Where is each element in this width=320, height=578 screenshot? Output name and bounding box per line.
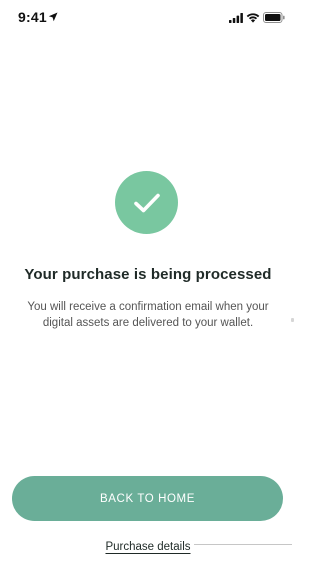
page-title: Your purchase is being processed (24, 266, 272, 283)
status-time: 9:41 (18, 9, 47, 25)
back-to-home-button[interactable]: BACK TO HOME (12, 476, 283, 521)
location-arrow-icon (48, 12, 58, 22)
status-bar: 9:41 (0, 0, 296, 36)
battery-icon (263, 12, 285, 23)
checkmark-icon (133, 193, 160, 212)
confirmation-message: You will receive a confirmation email wh… (27, 301, 269, 329)
purchase-processing-screen: 9:41 Your purchase is being processed Yo… (0, 0, 296, 578)
cellular-signal-icon (229, 13, 243, 23)
divider-line (194, 544, 292, 545)
purchase-details-link[interactable]: Purchase details (105, 541, 190, 553)
wifi-icon (246, 13, 260, 23)
success-badge (115, 171, 178, 234)
purchase-details-row: Purchase details (0, 541, 296, 553)
edge-artifact (291, 318, 294, 322)
